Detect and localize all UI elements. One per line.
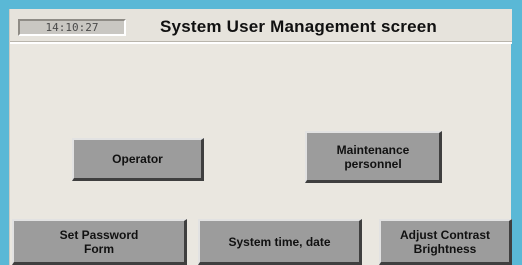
adjust-contrast-brightness-button[interactable]: Adjust Contrast Brightness (379, 219, 512, 265)
operator-button[interactable]: Operator (72, 138, 204, 181)
maintenance-personnel-button[interactable]: Maintenance personnel (305, 131, 442, 183)
page-title: System User Management screen (160, 17, 437, 36)
hmi-screen: 14:10:27 System User Management screen O… (9, 9, 512, 265)
header-bar: 14:10:27 System User Management screen (10, 9, 512, 44)
clock-display: 14:10:27 (18, 19, 126, 36)
system-time-date-button[interactable]: System time, date (198, 219, 362, 265)
set-password-form-button[interactable]: Set Password Form (12, 219, 187, 265)
